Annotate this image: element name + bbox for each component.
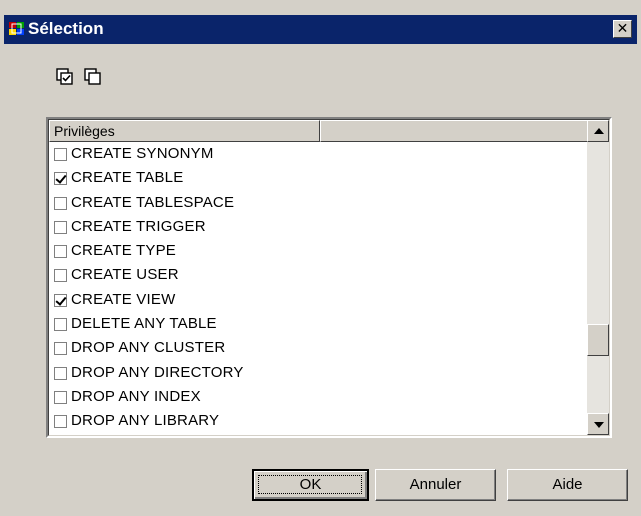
privilege-label: CREATE TRIGGER — [71, 217, 206, 235]
list-item[interactable]: DROP ANY CLUSTER — [49, 337, 587, 361]
privilege-checkbox[interactable] — [54, 172, 67, 186]
privilege-checkbox[interactable] — [54, 390, 67, 404]
privilege-label: DROP ANY LIBRARY — [71, 412, 220, 430]
list-item[interactable]: DELETE ANY TABLE — [49, 313, 587, 337]
selection-dialog: Sélection ✕ Privilèges CREATE SYNONYM CRE… — [0, 0, 641, 516]
list-item[interactable]: DROP ANY INDEX — [49, 386, 587, 410]
privilege-checkbox[interactable] — [54, 245, 67, 259]
privilege-checkbox[interactable] — [54, 293, 67, 307]
vertical-scrollbar[interactable] — [587, 120, 609, 435]
privileges-rows: CREATE SYNONYM CREATE TABLE CREATE TABLESP… — [49, 143, 587, 435]
list-item[interactable]: CREATE USER — [49, 264, 587, 288]
privilege-checkbox[interactable] — [54, 220, 67, 234]
window-title: Sélection — [28, 19, 104, 38]
privilege-checkbox[interactable] — [54, 415, 67, 429]
list-item[interactable]: DROP ANY LIBRARY — [49, 410, 587, 434]
privilege-checkbox[interactable] — [54, 196, 67, 210]
privilege-label: DROP ANY CLUSTER — [71, 339, 226, 357]
title-bar[interactable]: Sélection — [4, 15, 637, 44]
list-item[interactable]: CREATE TABLE — [49, 167, 587, 191]
privilege-label: CREATE TABLE — [71, 169, 184, 187]
close-icon: ✕ — [616, 20, 629, 36]
arrow-down-icon — [594, 422, 604, 428]
privileges-list[interactable]: Privilèges CREATE SYNONYM CREATE TABLE CRE… — [46, 117, 612, 438]
privilege-checkbox[interactable] — [54, 148, 67, 161]
deselect-all-icon[interactable] — [84, 68, 102, 86]
app-icon — [9, 22, 24, 35]
privilege-label: CREATE TABLESPACE — [71, 193, 235, 211]
close-button[interactable]: ✕ — [613, 20, 632, 38]
list-item[interactable]: DROP ANY DIRECTORY — [49, 362, 587, 386]
cancel-button[interactable]: Annuler — [375, 469, 496, 501]
scroll-down-button[interactable] — [587, 413, 609, 435]
privilege-label: DROP ANY DIRECTORY — [71, 363, 244, 381]
list-item[interactable]: CREATE TABLESPACE — [49, 192, 587, 216]
list-item[interactable]: CREATE TRIGGER — [49, 216, 587, 240]
list-item[interactable]: CREATE SYNONYM — [49, 143, 587, 167]
arrow-up-icon — [594, 128, 604, 134]
column-header-privileges[interactable]: Privilèges — [49, 120, 320, 142]
privilege-label: CREATE SYNONYM — [71, 145, 214, 162]
privilege-label: CREATE TYPE — [71, 242, 177, 260]
list-item[interactable]: CREATE TYPE — [49, 240, 587, 264]
focus-rect — [258, 475, 362, 494]
privilege-checkbox[interactable] — [54, 366, 67, 380]
privilege-checkbox[interactable] — [54, 318, 67, 332]
select-all-icon[interactable] — [56, 68, 74, 86]
privilege-label: DELETE ANY TABLE — [71, 315, 217, 333]
ok-button[interactable]: OK — [252, 469, 369, 501]
list-item[interactable]: CREATE VIEW — [49, 289, 587, 313]
privilege-label: CREATE USER — [71, 266, 179, 284]
privilege-label: CREATE VIEW — [71, 290, 176, 308]
column-header-2[interactable] — [320, 120, 588, 142]
privilege-checkbox[interactable] — [54, 342, 67, 356]
scroll-thumb[interactable] — [587, 323, 609, 356]
privilege-label: DROP ANY INDEX — [71, 387, 201, 405]
scroll-up-button[interactable] — [587, 120, 609, 142]
help-button[interactable]: Aide — [507, 469, 628, 501]
privilege-checkbox[interactable] — [54, 269, 67, 283]
